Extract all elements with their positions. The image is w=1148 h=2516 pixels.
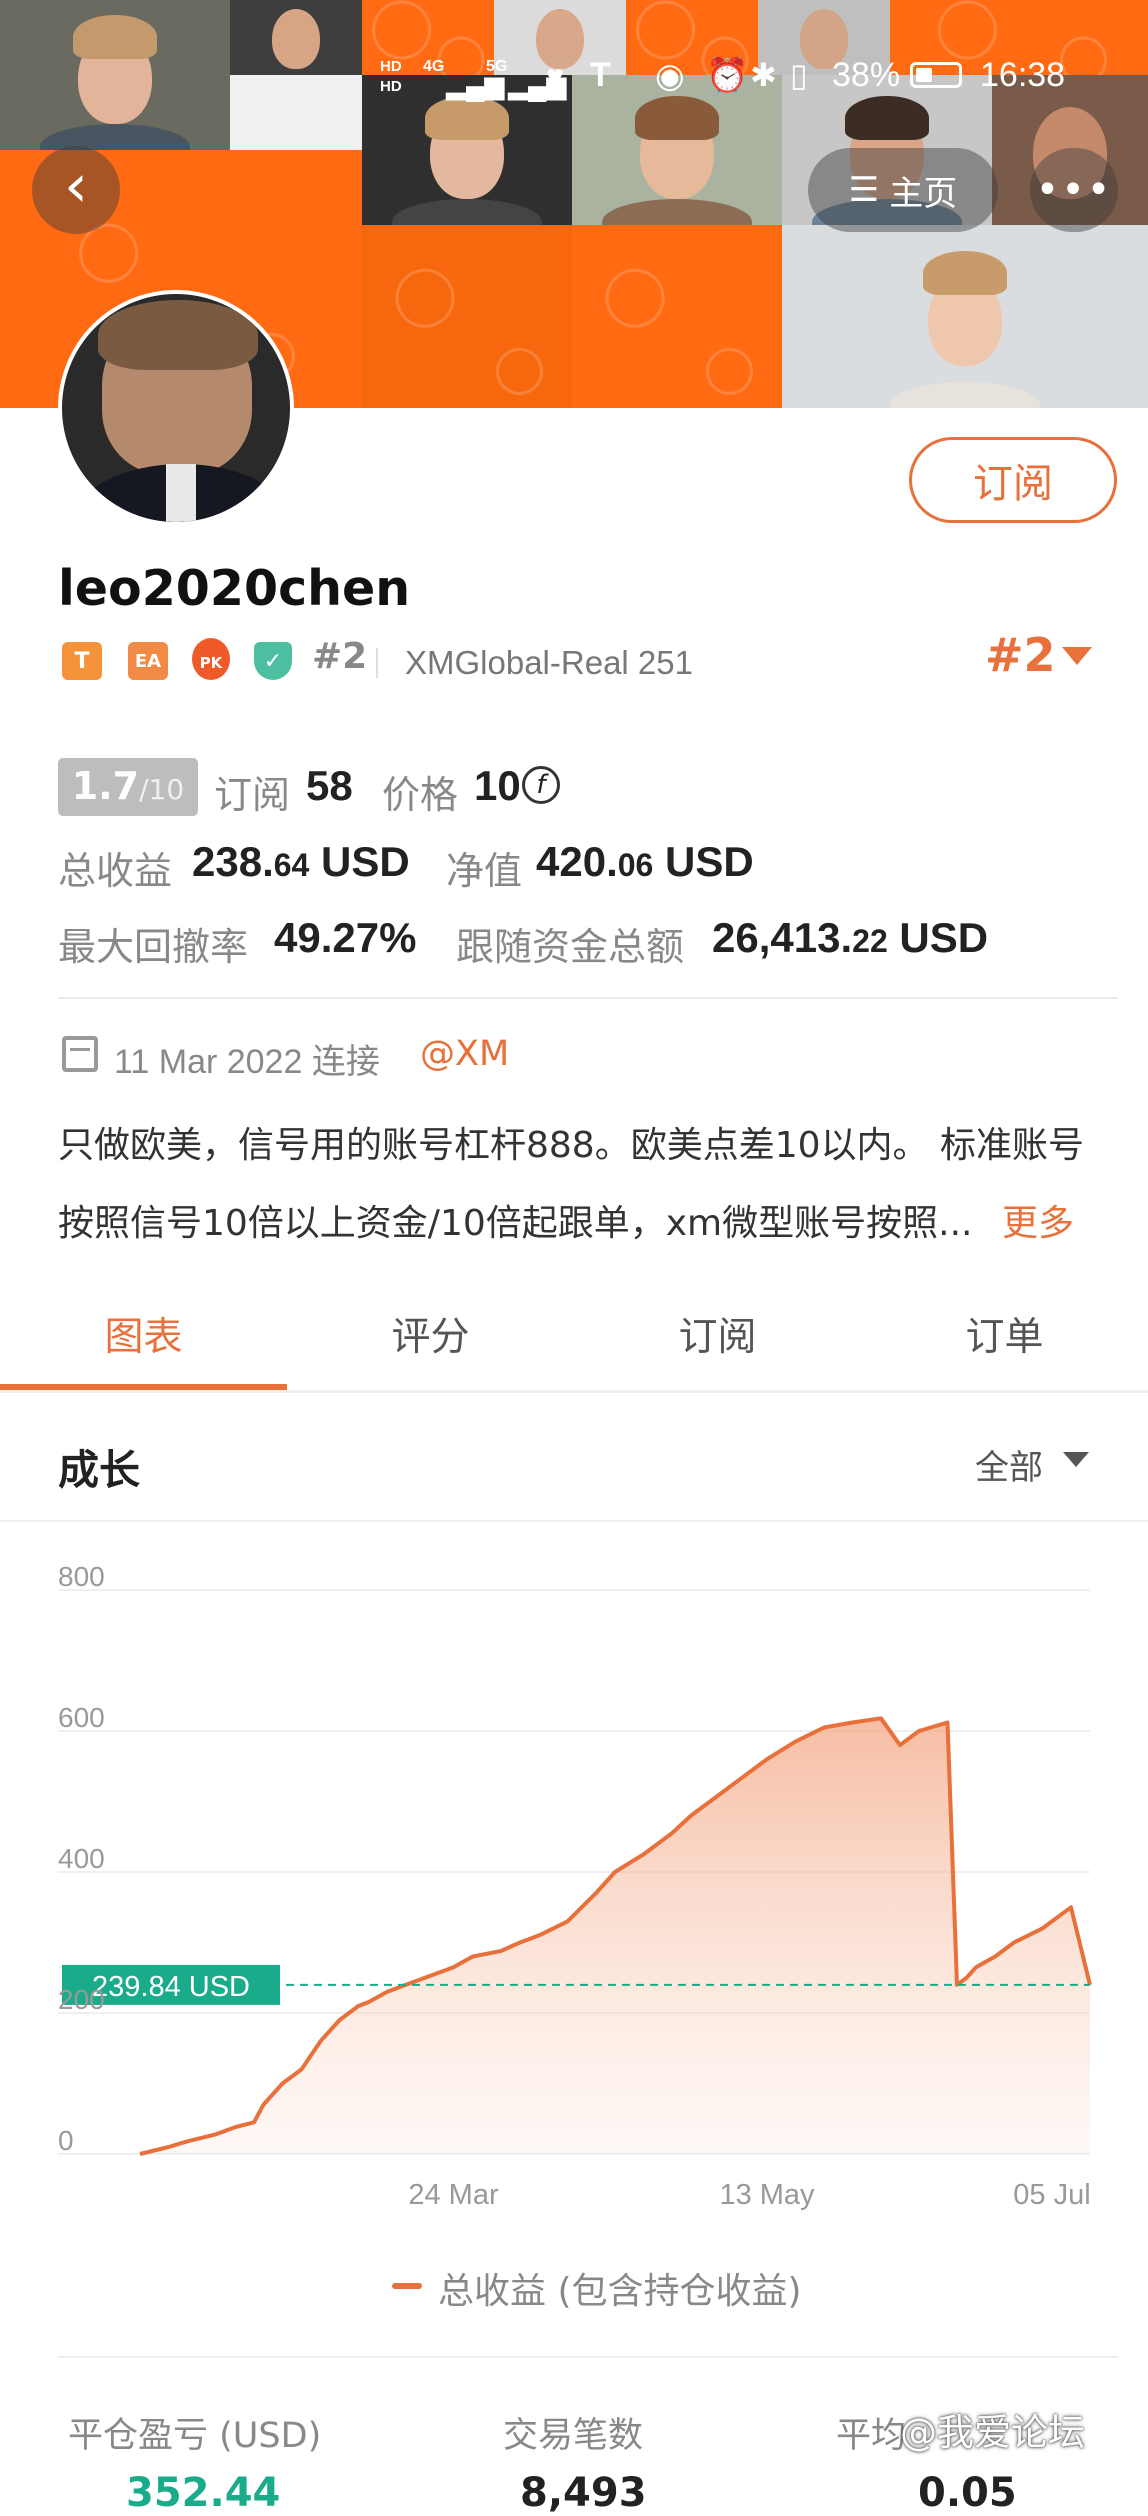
home-label: 主页 — [889, 173, 958, 214]
y-tick-label: 0 — [58, 2125, 74, 2156]
verified-shield-icon: ✓ — [254, 642, 292, 680]
series-area — [140, 1718, 1090, 2154]
description-line-2: 按照信号10倍以上资金/10倍起跟单，xm微型账号按照... — [58, 1203, 973, 1244]
total-profit-int: 238. — [192, 838, 274, 885]
equity-int: 420. — [536, 838, 618, 885]
coin-icon: f — [522, 766, 560, 804]
equity-label: 净值 — [446, 849, 523, 893]
tabs-border — [0, 1390, 1148, 1393]
server-name: XMGlobal-Real 251 — [405, 644, 693, 681]
alarm-icon: ⏰ — [706, 57, 749, 95]
growth-chart: 239.84 USD 800 600 400 200 0 24 Mar 13 May 05 J… — [58, 1561, 1092, 2211]
rank-dropdown[interactable]: #2 — [985, 628, 1056, 682]
divider — [58, 997, 1118, 999]
tab-orders[interactable]: 订单 — [861, 1306, 1148, 1362]
total-profit-value: 238.64 USD — [192, 838, 410, 886]
x-tick-label: 05 Jul — [1013, 2179, 1090, 2211]
subscribe-button[interactable]: 订阅 — [909, 437, 1117, 523]
equity-value: 420.06 USD — [536, 838, 754, 886]
divider — [376, 648, 378, 678]
tab-rating[interactable]: 评分 — [287, 1306, 574, 1362]
y-tick-label: 400 — [58, 1843, 105, 1874]
equity-unit: USD — [665, 838, 754, 885]
back-button[interactable]: ‹ — [32, 146, 120, 234]
score-max: /10 — [139, 773, 185, 806]
score-value: 1.7 — [71, 764, 140, 808]
follow-funds-unit: USD — [899, 914, 989, 961]
signal-label: 5G — [486, 58, 508, 75]
follow-funds-value: 26,413.22 USD — [712, 914, 988, 962]
rank-small: #2 — [312, 636, 368, 677]
follow-funds-dec: 22 — [852, 923, 888, 959]
home-button[interactable]: ☰ 主页 — [808, 148, 998, 232]
closed-pnl-label: 平仓盈亏 (USD) — [68, 2416, 322, 2456]
signal-label: 4G — [423, 58, 445, 75]
follow-funds-int: 26,413. — [712, 914, 853, 961]
status-bar: HD HD 4G ▂▄▆ 5G ▂▄▆ ♥ T ◉ ⏰ ✱ ▯ 38% 16:3… — [0, 0, 1148, 110]
equity-dec: 06 — [617, 847, 654, 883]
battery-percent: 38% — [832, 56, 901, 94]
home-menu-icon: ☰ — [848, 170, 880, 210]
y-tick-label: 800 — [58, 1561, 105, 1592]
more-button[interactable]: ••• — [1030, 148, 1118, 232]
total-profit-label: 总收益 — [58, 849, 173, 893]
broker-link[interactable]: @XM — [420, 1034, 509, 1074]
badge-t: T — [62, 642, 102, 680]
divider — [0, 1520, 1148, 1522]
max-drawdown-label: 最大回撤率 — [58, 925, 249, 969]
legend-label: 总收益 (包含持仓收益) — [438, 2271, 802, 2312]
divider — [58, 2356, 1118, 2358]
description-line-1: 只做欧美，信号用的账号杠杆888。欧美点差10以内。 标准账号 — [58, 1125, 1084, 1166]
current-value-label: 239.84 USD — [92, 1971, 250, 2003]
badge-pk: PK — [192, 638, 230, 680]
subscribers-value: 58 — [306, 762, 353, 809]
tesla-icon: T — [590, 56, 611, 94]
bluetooth-icon: ✱ — [750, 57, 777, 93]
tab-chart[interactable]: 图表 — [0, 1306, 287, 1362]
average-label: 平均 — [836, 2416, 907, 2456]
price-value: 10 — [474, 762, 521, 809]
clock: 16:38 — [980, 56, 1066, 94]
y-tick-label: 600 — [58, 1702, 105, 1733]
cover-tile-orange — [362, 225, 572, 408]
cover-tile-orange — [572, 225, 782, 408]
hd-indicator: HD — [380, 58, 402, 75]
tab-subscribe[interactable]: 订阅 — [574, 1306, 861, 1362]
total-profit-dec: 64 — [273, 847, 310, 883]
caret-down-icon[interactable] — [1063, 1452, 1089, 1467]
battery-icon — [910, 62, 962, 88]
caret-down-icon[interactable] — [1062, 647, 1092, 665]
more-dots-icon: ••• — [1035, 167, 1113, 213]
heart-rate-icon: ♥ — [546, 60, 564, 93]
username: leo2020chen — [58, 560, 411, 617]
y-tick-label: 200 — [58, 1984, 105, 2015]
follow-funds-label: 跟随资金总额 — [456, 925, 685, 969]
subscribers-label: 订阅 — [214, 773, 291, 817]
badge-ea: EA — [128, 642, 168, 680]
x-tick-label: 13 May — [719, 2179, 815, 2211]
connect-date: 11 Mar 2022 连接 — [114, 1043, 380, 1081]
calendar-icon — [62, 1036, 98, 1072]
price-label: 价格 — [382, 773, 459, 817]
range-filter[interactable]: 全部 — [975, 1440, 1043, 1489]
eye-icon: ◉ — [655, 57, 685, 95]
hd-indicator: HD — [380, 78, 402, 95]
more-link[interactable]: 更多 — [1002, 1194, 1074, 1246]
watermark: @我爱论坛 — [900, 2411, 1085, 2454]
chevron-left-icon: ‹ — [64, 151, 88, 221]
trade-count-value: 8,493 — [520, 2470, 647, 2516]
x-tick-label: 24 Mar — [408, 2179, 499, 2211]
max-drawdown-value: 49.27% — [274, 914, 417, 961]
score-badge: 1.7 /10 — [58, 758, 198, 816]
average-value: 0.05 — [918, 2470, 1017, 2516]
vibrate-icon: ▯ — [790, 57, 808, 93]
avatar[interactable] — [58, 290, 294, 526]
legend-swatch — [392, 2283, 422, 2289]
growth-title: 成长 — [58, 1446, 140, 1494]
cover-photo-9 — [782, 225, 1148, 408]
closed-pnl-value: 352.44 — [126, 2470, 281, 2516]
trade-count-label: 交易笔数 — [503, 2416, 644, 2456]
total-profit-unit: USD — [321, 838, 410, 885]
